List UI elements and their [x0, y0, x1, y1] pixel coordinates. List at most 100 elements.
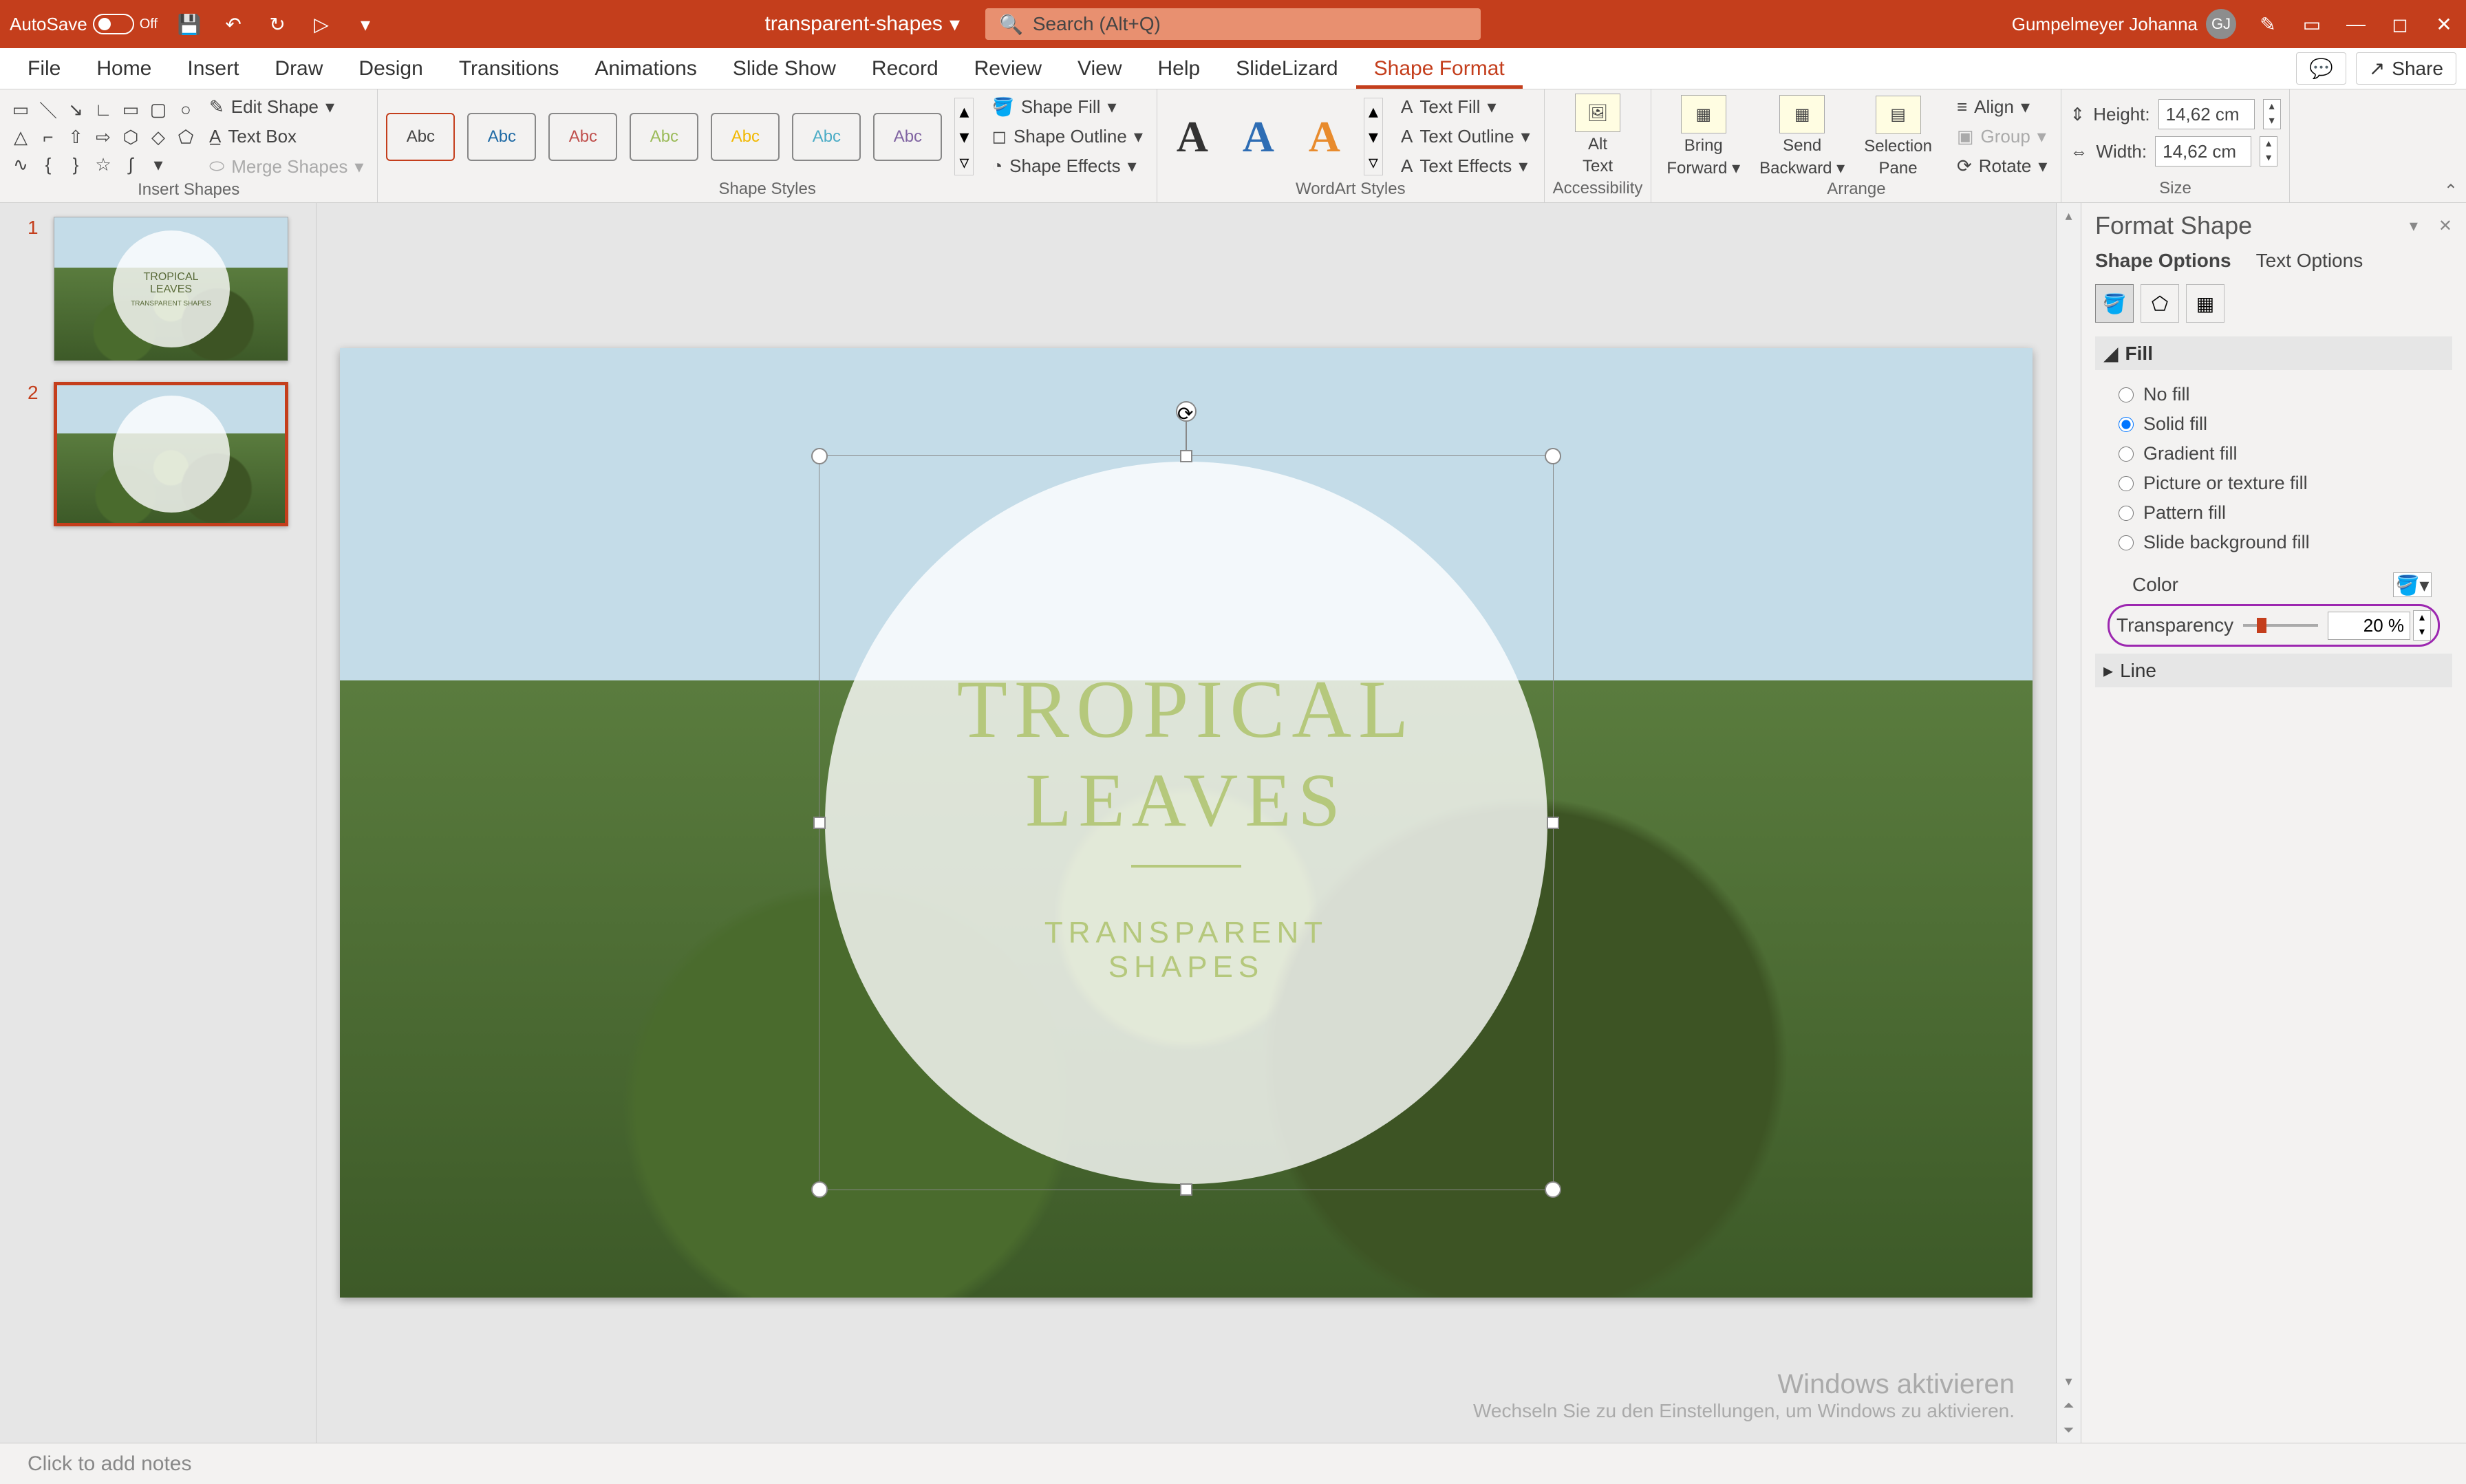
- scroll-up-icon[interactable]: ▴: [2057, 203, 2081, 228]
- comments-button[interactable]: 💬: [2296, 52, 2346, 85]
- shape-uparrow-icon[interactable]: ⇧: [63, 125, 88, 149]
- tab-shape-format[interactable]: Shape Format: [1356, 48, 1523, 89]
- shapes-gallery[interactable]: ▭ ＼ ↘ ∟ ▭ ▢ ○ △ ⌐ ⇧ ⇨ ⬡ ◇ ⬠ ∿ { } ☆ ∫ ▾: [8, 97, 198, 177]
- shape-rect-icon[interactable]: ▭: [118, 97, 143, 122]
- shape-curve-icon[interactable]: ∫: [118, 152, 143, 177]
- shape-lconnector-icon[interactable]: ⌐: [36, 125, 61, 149]
- shape-rightarrow-icon[interactable]: ⇨: [91, 125, 116, 149]
- undo-icon[interactable]: ↶: [221, 12, 246, 36]
- resize-handle[interactable]: [1180, 450, 1192, 462]
- shape-roundrect-icon[interactable]: ▢: [146, 97, 171, 122]
- account-button[interactable]: Gumpelmeyer Johanna GJ: [2012, 9, 2236, 39]
- picture-fill-radio[interactable]: Picture or texture fill: [2119, 469, 2452, 498]
- shape-options-tab[interactable]: Shape Options: [2095, 250, 2231, 272]
- collapse-ribbon-icon[interactable]: ⌃: [2444, 181, 2458, 201]
- tab-animations[interactable]: Animations: [577, 48, 714, 89]
- effects-category-icon[interactable]: ⬠: [2141, 284, 2179, 323]
- shape-fill-button[interactable]: 🪣Shape Fill ▾: [986, 94, 1148, 120]
- wordart-gallery[interactable]: A A A ▴ ▾ ▿: [1166, 98, 1383, 175]
- resize-handle[interactable]: [1547, 817, 1559, 829]
- transparency-input[interactable]: 20 %: [2328, 612, 2410, 640]
- no-fill-radio[interactable]: No fill: [2119, 380, 2452, 409]
- shape-outline-button[interactable]: ◻Shape Outline ▾: [986, 123, 1148, 150]
- wordart-thumb[interactable]: A: [1166, 113, 1219, 161]
- height-spinner[interactable]: ▴▾: [2263, 99, 2281, 129]
- prev-slide-icon[interactable]: ⏶: [2057, 1393, 2081, 1418]
- pattern-fill-radio[interactable]: Pattern fill: [2119, 498, 2452, 528]
- slide-thumbnail[interactable]: TROPICAL LEAVES TRANSPARENT SHAPES: [54, 217, 288, 361]
- style-thumb[interactable]: Abc: [873, 113, 942, 161]
- alt-text-button[interactable]: 🖼 Alt Text: [1568, 94, 1627, 176]
- scroll-down-icon[interactable]: ▾: [2057, 1368, 2081, 1393]
- tab-draw[interactable]: Draw: [257, 48, 341, 89]
- text-effects-button[interactable]: AText Effects ▾: [1395, 153, 1536, 180]
- width-spinner[interactable]: ▴▾: [2260, 136, 2277, 166]
- resize-handle[interactable]: [811, 448, 828, 464]
- redo-icon[interactable]: ↻: [265, 12, 290, 36]
- style-thumb[interactable]: Abc: [386, 113, 455, 161]
- scroll-track[interactable]: [2057, 228, 2081, 1368]
- rotate-handle[interactable]: ⟳: [1176, 401, 1197, 422]
- text-options-tab[interactable]: Text Options: [2256, 250, 2363, 272]
- shape-oval-icon[interactable]: ○: [173, 97, 198, 122]
- style-thumb[interactable]: Abc: [548, 113, 617, 161]
- text-box-button[interactable]: A̲Text Box: [204, 123, 369, 150]
- selection-pane-button[interactable]: ▤ Selection Pane: [1857, 96, 1939, 178]
- shape-connector-icon[interactable]: ∟: [91, 97, 116, 122]
- transparency-slider[interactable]: [2243, 619, 2318, 632]
- fill-line-category-icon[interactable]: 🪣: [2095, 284, 2134, 323]
- style-thumb[interactable]: Abc: [630, 113, 698, 161]
- minimize-icon[interactable]: —: [2344, 12, 2368, 36]
- rotate-button[interactable]: ⟳Rotate ▾: [1951, 153, 2052, 180]
- pane-close-icon[interactable]: ✕: [2438, 216, 2452, 236]
- autosave-switch[interactable]: [93, 14, 134, 34]
- shape-star-icon[interactable]: ☆: [91, 152, 116, 177]
- resize-handle[interactable]: [1545, 448, 1561, 464]
- fill-section-header[interactable]: ◢ Fill: [2095, 336, 2452, 370]
- gallery-down-icon[interactable]: ▾: [955, 124, 973, 149]
- search-box[interactable]: 🔍 Search (Alt+Q): [985, 8, 1481, 40]
- gradient-fill-radio[interactable]: Gradient fill: [2119, 439, 2452, 469]
- slide-thumbnail[interactable]: [54, 382, 288, 526]
- wordart-thumb[interactable]: A: [1232, 113, 1285, 161]
- tab-view[interactable]: View: [1060, 48, 1139, 89]
- tab-record[interactable]: Record: [854, 48, 956, 89]
- shape-hexagon-icon[interactable]: ⬡: [118, 125, 143, 149]
- style-thumb[interactable]: Abc: [467, 113, 536, 161]
- qat-customize-icon[interactable]: ▾: [353, 12, 378, 36]
- shape-diamond-icon[interactable]: ◇: [146, 125, 171, 149]
- close-icon[interactable]: ✕: [2432, 12, 2456, 36]
- vertical-scrollbar[interactable]: ▴ ▾ ⏶ ⏷: [2056, 203, 2081, 1443]
- text-outline-button[interactable]: AText Outline ▾: [1395, 123, 1536, 150]
- shape-triangle-icon[interactable]: △: [8, 125, 33, 149]
- shape-line-icon[interactable]: ＼: [36, 97, 61, 122]
- shape-wave-icon[interactable]: ∿: [8, 152, 33, 177]
- tab-review[interactable]: Review: [956, 48, 1060, 89]
- slide-bg-fill-radio[interactable]: Slide background fill: [2119, 528, 2452, 557]
- tab-transitions[interactable]: Transitions: [441, 48, 577, 89]
- resize-handle[interactable]: [1180, 1183, 1192, 1196]
- tab-home[interactable]: Home: [78, 48, 169, 89]
- gallery-more-icon[interactable]: ▿: [955, 149, 973, 175]
- resize-handle[interactable]: [813, 817, 826, 829]
- share-button[interactable]: ↗Share: [2356, 52, 2456, 85]
- gallery-more-icon[interactable]: ▿: [1364, 149, 1382, 175]
- style-thumb[interactable]: Abc: [711, 113, 780, 161]
- pen-icon[interactable]: ✎: [2255, 12, 2280, 36]
- line-section-header[interactable]: ▸ Line: [2095, 654, 2452, 687]
- align-button[interactable]: ≡Align ▾: [1951, 94, 2052, 120]
- shape-brace-r-icon[interactable]: }: [63, 152, 88, 177]
- save-icon[interactable]: 💾: [177, 12, 202, 36]
- gallery-up-icon[interactable]: ▴: [955, 98, 973, 124]
- pane-menu-icon[interactable]: ▾: [2410, 216, 2418, 236]
- shape-styles-gallery[interactable]: Abc Abc Abc Abc Abc Abc Abc ▴ ▾ ▿: [386, 98, 974, 175]
- tab-slidelizard[interactable]: SlideLizard: [1218, 48, 1355, 89]
- style-thumb[interactable]: Abc: [792, 113, 861, 161]
- tab-insert[interactable]: Insert: [169, 48, 257, 89]
- height-input[interactable]: 14,62 cm: [2158, 99, 2255, 129]
- transparency-spinner[interactable]: ▴▾: [2413, 610, 2431, 641]
- edit-shape-button[interactable]: ✎Edit Shape ▾: [204, 94, 369, 120]
- bring-forward-button[interactable]: ▦ Bring Forward ▾: [1660, 95, 1747, 178]
- shape-effects-button[interactable]: ◔Shape Effects ▾: [986, 153, 1148, 180]
- tab-file[interactable]: File: [10, 48, 78, 89]
